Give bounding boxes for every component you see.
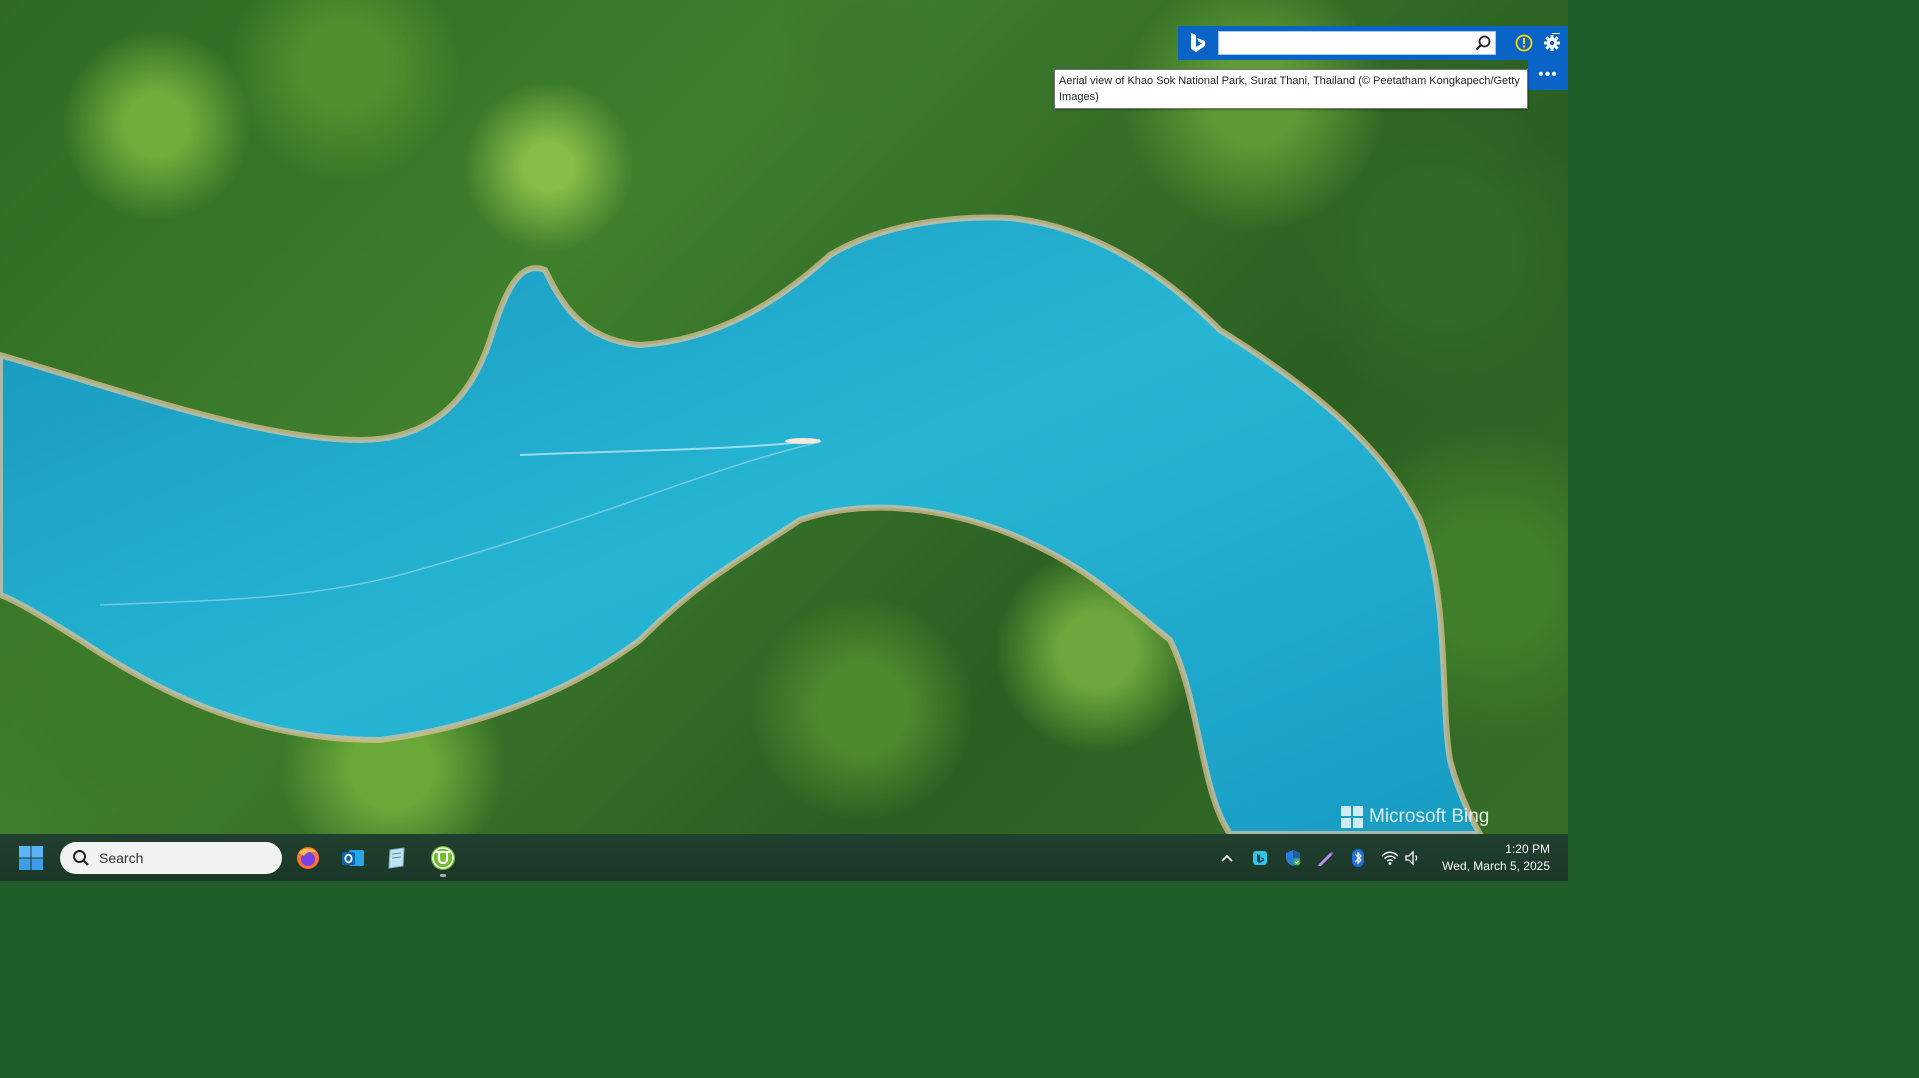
bluetooth-icon[interactable] [1347, 847, 1369, 869]
notepad-icon[interactable] [382, 843, 412, 873]
minimize-button[interactable]: – [1552, 25, 1564, 39]
taskbar-clock[interactable]: 1:20 PM Wed, March 5, 2025 [1442, 841, 1550, 875]
bing-search-input[interactable] [1219, 32, 1471, 54]
bing-search-box [1218, 31, 1496, 55]
bing-logo-icon[interactable] [1178, 26, 1218, 60]
bing-watermark: Microsoft Bing [1341, 806, 1489, 828]
utorrent-icon[interactable] [428, 843, 458, 877]
pen-icon[interactable] [1314, 847, 1336, 869]
wifi-icon[interactable] [1379, 847, 1401, 869]
bing-toolbar: – [1178, 25, 1568, 60]
river-water [0, 214, 1484, 834]
more-options-button[interactable]: ••• [1528, 60, 1568, 90]
clock-date: Wed, March 5, 2025 [1442, 859, 1550, 873]
taskbar: Search 1:20 PM Wed, March 5, 2025 [0, 834, 1568, 881]
info-icon[interactable] [1510, 26, 1538, 60]
clock-time: 1:20 PM [1505, 842, 1550, 856]
watermark-text: Microsoft Bing [1369, 806, 1490, 827]
search-icon [73, 850, 89, 866]
microsoft-logo-icon [1341, 806, 1363, 828]
defender-icon[interactable] [1282, 847, 1304, 869]
desktop-wallpaper [0, 0, 1568, 834]
search-icon[interactable] [1471, 32, 1495, 54]
volume-icon[interactable] [1402, 847, 1424, 869]
outlook-icon[interactable] [338, 843, 368, 873]
windows-start-icon[interactable] [18, 845, 46, 871]
taskbar-search[interactable]: Search [60, 842, 282, 874]
image-caption-tooltip: Aerial view of Khao Sok National Park, S… [1054, 69, 1528, 109]
search-placeholder: Search [99, 850, 144, 866]
running-indicator [440, 874, 446, 877]
firefox-icon[interactable] [293, 843, 323, 873]
bing-tray-icon[interactable] [1249, 847, 1271, 869]
chevron-up-icon[interactable] [1216, 847, 1238, 869]
